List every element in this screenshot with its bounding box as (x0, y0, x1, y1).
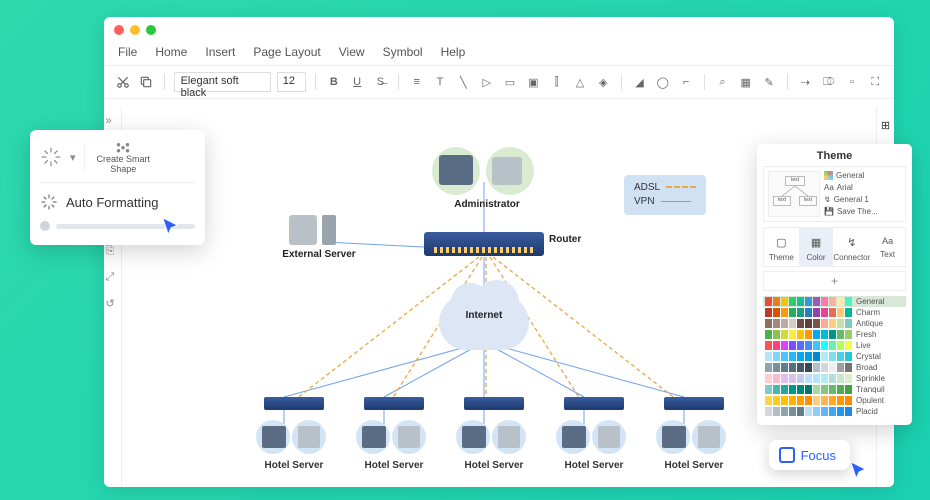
toolbar: Elegant soft black 12 B U S̶ ≡ T ╲ ▷ ▭ ▣… (104, 66, 894, 99)
warn-icon[interactable]: △ (571, 73, 588, 91)
palette-opulent[interactable]: Opulent (763, 395, 906, 406)
menu-view[interactable]: View (339, 45, 365, 59)
font-select[interactable]: Elegant soft black (174, 72, 271, 92)
chart-icon[interactable]: ⫿ (548, 73, 565, 91)
label-hotel-server: Hotel Server (554, 460, 634, 471)
crop-icon[interactable]: ⌐ (677, 73, 694, 91)
history-icon[interactable]: ↺ (106, 297, 120, 311)
tab-color[interactable]: ▦Color (799, 228, 834, 266)
focus-icon (779, 447, 795, 463)
palette-broad[interactable]: Broad (763, 362, 906, 373)
fill-icon[interactable]: ◢ (631, 73, 648, 91)
burst-icon[interactable] (40, 146, 62, 168)
theme-panel: Theme text text text General AaArial ↯Ge… (757, 144, 912, 425)
expand-icon[interactable]: ⛶ (867, 73, 884, 91)
auto-formatting-button[interactable]: Auto Formatting (40, 193, 195, 211)
label-hotel-server: Hotel Server (354, 460, 434, 471)
pointer-icon[interactable]: ▷ (478, 73, 495, 91)
label-administrator: Administrator (432, 199, 542, 210)
hotel-server-unit[interactable]: Hotel Server (554, 397, 634, 471)
theme-opt-general[interactable]: General (824, 171, 901, 180)
menu-file[interactable]: File (118, 45, 137, 59)
copy-icon[interactable] (137, 73, 154, 91)
strike-icon[interactable]: S̶ (372, 73, 389, 91)
layers-icon[interactable]: ◈ (595, 73, 612, 91)
menu-home[interactable]: Home (155, 45, 187, 59)
theme-opt-font[interactable]: AaArial (824, 183, 901, 192)
font-size-select[interactable]: 12 (277, 72, 307, 92)
menubar: File Home Insert Page Layout View Symbol… (104, 43, 894, 66)
auto-formatting-popup: ▾ Create Smart Shape Auto Formatting (30, 130, 205, 245)
fit-icon[interactable]: ⤢ (106, 271, 120, 285)
label-hotel-server: Hotel Server (654, 460, 734, 471)
connect-icon[interactable]: ⇢ (797, 73, 814, 91)
cut-icon[interactable] (114, 73, 131, 91)
create-smart-shape-button[interactable]: Create Smart Shape (93, 138, 155, 176)
tab-text[interactable]: AaText (870, 228, 905, 266)
more-icon[interactable]: ▫ (843, 73, 860, 91)
theme-title: Theme (763, 148, 906, 166)
chevron-down-icon[interactable]: ▾ (70, 151, 76, 164)
hotel-server-unit[interactable]: Hotel Server (454, 397, 534, 471)
add-palette-button[interactable]: + (763, 271, 906, 291)
tab-theme[interactable]: ▢Theme (764, 228, 799, 266)
label-external-server: External Server (269, 249, 369, 260)
image-icon[interactable]: ▣ (525, 73, 542, 91)
clip-icon[interactable]: ⎘ (106, 245, 120, 259)
label-router: Router (549, 234, 609, 245)
text-tool-icon[interactable]: T (431, 73, 448, 91)
collapse-icon[interactable]: » (106, 115, 120, 129)
maximize-dot[interactable] (146, 25, 156, 35)
focus-button[interactable]: Focus (769, 440, 850, 470)
palette-list: GeneralCharmAntiqueFreshLiveCrystalBroad… (763, 296, 906, 417)
theme-preview[interactable]: text text text (768, 171, 820, 217)
close-dot[interactable] (114, 25, 124, 35)
cursor-icon (160, 216, 182, 238)
palette-charm[interactable]: Charm (763, 307, 906, 318)
line-tool-icon[interactable]: ╲ (455, 73, 472, 91)
edit-icon[interactable]: ✎ (760, 73, 777, 91)
router-device[interactable] (424, 232, 544, 256)
canvas[interactable]: Administrator External Server Router Int… (124, 107, 844, 477)
palette-fresh[interactable]: Fresh (763, 329, 906, 340)
tab-connector[interactable]: ↯Connector (833, 228, 870, 266)
internet-cloud[interactable] (439, 295, 529, 350)
search-icon[interactable]: ⌕ (714, 73, 731, 91)
legend: ADSL VPN (624, 175, 706, 215)
label-internet: Internet (439, 310, 529, 321)
hotel-server-unit[interactable]: Hotel Server (654, 397, 734, 471)
theme-icon[interactable]: ⊞ (881, 119, 890, 132)
theme-tabs: ▢Theme ▦Color ↯Connector AaText (763, 227, 906, 267)
label-hotel-server: Hotel Server (254, 460, 334, 471)
grid-icon[interactable]: ▦ (737, 73, 754, 91)
window-controls (104, 17, 894, 43)
palette-crystal[interactable]: Crystal (763, 351, 906, 362)
stroke-icon[interactable]: ◯ (654, 73, 671, 91)
shape-icon[interactable]: ▭ (501, 73, 518, 91)
cursor-icon-2 (848, 460, 870, 482)
underline-icon[interactable]: U (348, 73, 365, 91)
menu-symbol[interactable]: Symbol (383, 45, 423, 59)
menu-page-layout[interactable]: Page Layout (253, 45, 320, 59)
hotel-server-unit[interactable]: Hotel Server (354, 397, 434, 471)
hotel-server-unit[interactable]: Hotel Server (254, 397, 334, 471)
minimize-dot[interactable] (130, 25, 140, 35)
lock-icon[interactable]: ⎄ (820, 73, 837, 91)
theme-opt-general1[interactable]: ↯General 1 (824, 195, 901, 204)
palette-live[interactable]: Live (763, 340, 906, 351)
menu-insert[interactable]: Insert (205, 45, 235, 59)
theme-opt-save[interactable]: 💾Save The... (824, 207, 901, 216)
menu-help[interactable]: Help (441, 45, 466, 59)
palette-sprinkle[interactable]: Sprinkle (763, 373, 906, 384)
align-icon[interactable]: ≡ (408, 73, 425, 91)
palette-antique[interactable]: Antique (763, 318, 906, 329)
palette-general[interactable]: General (763, 296, 906, 307)
palette-tranquil[interactable]: Tranquil (763, 384, 906, 395)
palette-placid[interactable]: Placid (763, 406, 906, 417)
label-hotel-server: Hotel Server (454, 460, 534, 471)
bold-icon[interactable]: B (325, 73, 342, 91)
